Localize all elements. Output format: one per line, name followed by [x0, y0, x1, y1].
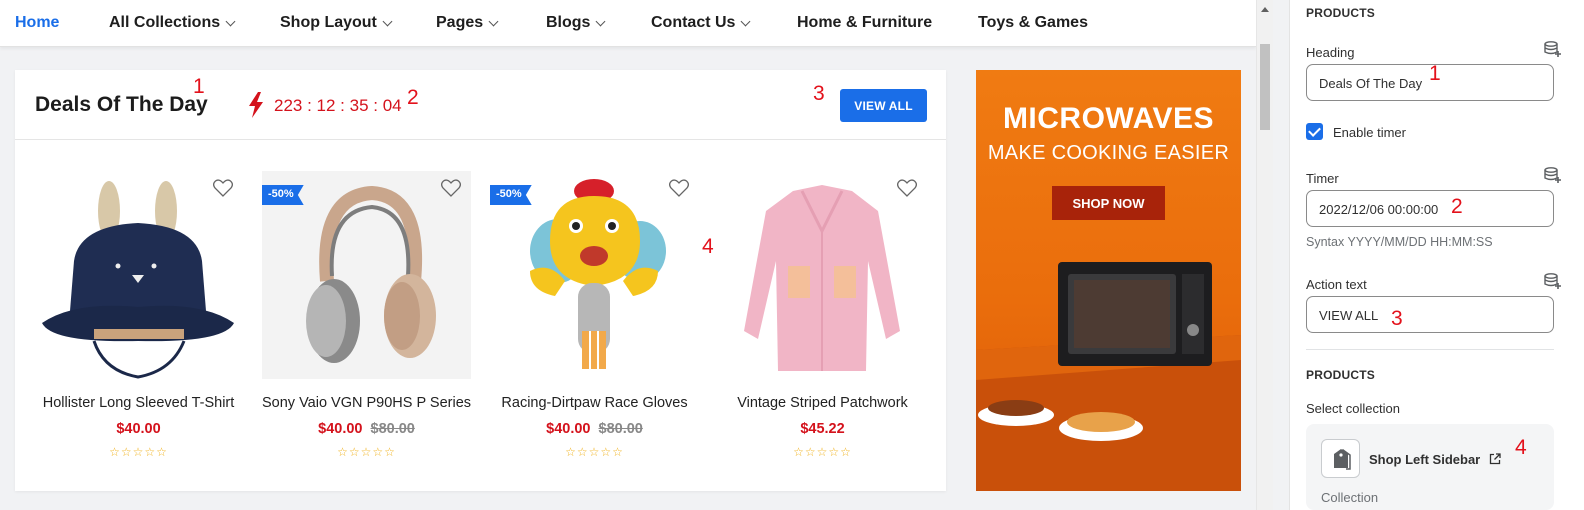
- product-price: $40.00 $80.00: [262, 421, 471, 437]
- sale-price: $45.22: [800, 421, 845, 437]
- collection-name-link[interactable]: Shop Left Sidebar: [1369, 452, 1480, 467]
- nav-label: All Collections: [109, 14, 221, 31]
- original-price: $80.00: [370, 421, 415, 437]
- annotation-marker-3: 3: [1391, 307, 1403, 330]
- banner-title: MICROWAVES: [1002, 102, 1215, 135]
- chevron-down-icon: [225, 16, 236, 26]
- promo-banner[interactable]: MICROWAVES MAKE COOKING EASIER SHOP NOW: [976, 70, 1241, 491]
- chevron-down-icon: [741, 16, 751, 26]
- section-title-products: PRODUCTS: [1306, 368, 1375, 382]
- product-image[interactable]: [718, 171, 927, 379]
- lightning-icon: [249, 92, 263, 118]
- microwave-illustration: [976, 262, 1241, 491]
- enable-timer-label: Enable timer: [1333, 125, 1406, 140]
- annotation-marker-2: 2: [407, 86, 419, 109]
- product-card[interactable]: -50% Racing-Dirtpaw Race Gloves $40.00 $8…: [490, 171, 699, 461]
- dynamic-source-icon[interactable]: [1544, 273, 1562, 289]
- product-card[interactable]: Vintage Striped Patchwork $45.22 ☆☆☆☆☆: [718, 171, 927, 461]
- storefront-preview: Home All Collections Shop Layout Pages B…: [0, 0, 1256, 510]
- wishlist-heart-icon[interactable]: [213, 179, 233, 197]
- deals-title: Deals Of The Day: [35, 93, 208, 116]
- nav-label: Contact Us: [651, 14, 736, 31]
- nav-item-contact-us[interactable]: Contact Us: [651, 14, 751, 32]
- nav-item-blogs[interactable]: Blogs: [546, 14, 606, 32]
- sale-price: $40.00: [546, 421, 591, 437]
- timer-syntax-hint: Syntax YYYY/MM/DD HH:MM:SS: [1306, 235, 1493, 249]
- collection-thumbnail: [1321, 439, 1360, 478]
- sale-price: $40.00: [318, 421, 363, 437]
- timer-label: Timer: [1306, 171, 1339, 186]
- product-name[interactable]: Hollister Long Sleeved T-Shirt: [34, 395, 243, 411]
- product-name[interactable]: Sony Vaio VGN P90HS P Series: [262, 395, 471, 411]
- nav-item-shop-layout[interactable]: Shop Layout: [280, 14, 393, 32]
- deals-of-the-day-section: Deals Of The Day 223 : 12 : 35 : 04 VIEW…: [15, 70, 946, 491]
- nav-item-toys-games[interactable]: Toys & Games: [978, 14, 1088, 32]
- product-name[interactable]: Vintage Striped Patchwork: [718, 395, 927, 411]
- rating-stars: ☆☆☆☆☆: [109, 445, 168, 459]
- select-collection-label: Select collection: [1306, 401, 1400, 416]
- countdown-timer: 223 : 12 : 35 : 04: [274, 96, 402, 115]
- enable-timer-checkbox[interactable]: [1306, 123, 1323, 140]
- nav-label: Home: [15, 14, 60, 31]
- section-title-products: PRODUCTS: [1306, 6, 1375, 20]
- timer-input[interactable]: 2022/12/06 00:00:00: [1306, 190, 1554, 227]
- nav-item-pages[interactable]: Pages: [436, 14, 499, 32]
- annotation-marker-4: 4: [1515, 436, 1527, 459]
- chevron-down-icon: [382, 16, 393, 26]
- annotation-marker-1: 1: [1429, 62, 1441, 85]
- nav-item-home[interactable]: Home: [15, 14, 59, 32]
- product-price: $40.00 $80.00: [490, 421, 699, 437]
- product-name[interactable]: Racing-Dirtpaw Race Gloves: [490, 395, 699, 411]
- nav-label: Toys & Games: [978, 14, 1088, 31]
- nav-label: Shop Layout: [280, 14, 377, 31]
- discount-badge: -50%: [490, 185, 532, 205]
- dynamic-source-icon[interactable]: [1544, 167, 1562, 183]
- sale-price: $40.00: [116, 421, 161, 437]
- view-all-button[interactable]: VIEW ALL: [840, 89, 927, 122]
- product-image[interactable]: [34, 171, 243, 379]
- rating-stars: ☆☆☆☆☆: [565, 445, 624, 459]
- scrollbar-thumb[interactable]: [1260, 44, 1270, 130]
- dynamic-source-icon[interactable]: [1544, 41, 1562, 57]
- external-link-icon[interactable]: [1489, 453, 1501, 465]
- wishlist-heart-icon[interactable]: [669, 179, 689, 197]
- wishlist-heart-icon[interactable]: [441, 179, 461, 197]
- annotation-marker-1: 1: [193, 75, 205, 98]
- collection-type-label: Collection: [1321, 490, 1379, 505]
- nav-label: Pages: [436, 14, 484, 31]
- rating-stars: ☆☆☆☆☆: [793, 445, 852, 459]
- preview-scrollbar[interactable]: [1256, 0, 1273, 510]
- collection-tag-icon: [1334, 449, 1351, 470]
- action-text-input[interactable]: VIEW ALL: [1306, 296, 1554, 333]
- product-card[interactable]: Hollister Long Sleeved T-Shirt $40.00 ☆☆…: [34, 171, 243, 461]
- scroll-up-arrow-icon[interactable]: [1261, 7, 1269, 12]
- chevron-down-icon: [596, 16, 606, 26]
- chevron-down-icon: [488, 16, 499, 26]
- deals-header: Deals Of The Day 223 : 12 : 35 : 04 VIEW…: [15, 70, 946, 140]
- wishlist-heart-icon[interactable]: [897, 179, 917, 197]
- nav-item-all-collections[interactable]: All Collections: [109, 14, 236, 32]
- discount-badge: -50%: [262, 185, 304, 205]
- product-price: $45.22: [718, 421, 927, 437]
- panel-gutter: [1273, 0, 1290, 510]
- nav-item-home-furniture[interactable]: Home & Furniture: [797, 14, 932, 32]
- banner-subtitle: MAKE COOKING EASIER: [987, 142, 1230, 164]
- main-navigation: Home All Collections Shop Layout Pages B…: [0, 0, 1256, 47]
- product-price: $40.00: [34, 421, 243, 437]
- nav-label: Blogs: [546, 14, 591, 31]
- page: Home All Collections Shop Layout Pages B…: [0, 0, 1584, 510]
- product-card[interactable]: -50% Sony Vaio VGN P90HS P Series $40.00…: [262, 171, 471, 461]
- annotation-marker-3: 3: [813, 82, 825, 105]
- heading-label: Heading: [1306, 45, 1355, 60]
- rating-stars: ☆☆☆☆☆: [337, 445, 396, 459]
- annotation-marker-2: 2: [1451, 195, 1463, 218]
- nav-label: Home & Furniture: [797, 14, 933, 31]
- original-price: $80.00: [598, 421, 643, 437]
- section-divider: [1306, 349, 1554, 350]
- annotation-marker-4: 4: [702, 235, 714, 258]
- action-text-label: Action text: [1306, 277, 1367, 292]
- shop-now-button[interactable]: SHOP NOW: [1052, 186, 1165, 220]
